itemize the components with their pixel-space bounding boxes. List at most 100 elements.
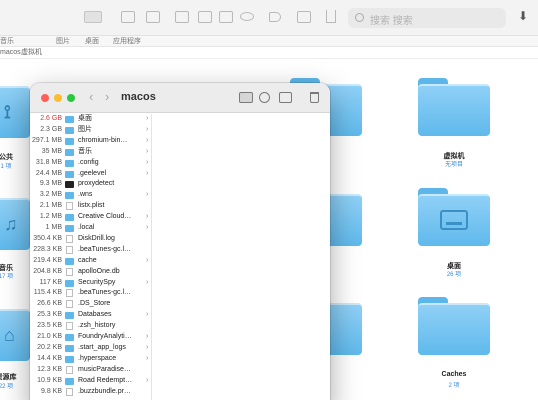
trash-icon[interactable]	[310, 92, 319, 103]
document-icon	[66, 245, 73, 254]
list-item[interactable]: 21.0 KB FoundryAnalyti… ›	[30, 332, 152, 343]
chevron-right-icon[interactable]: ›	[146, 256, 148, 267]
list-item[interactable]: 9.8 KB .buzzbundle.pr…	[30, 387, 152, 398]
share-icon[interactable]	[326, 10, 336, 23]
chevron-right-icon[interactable]: ›	[146, 343, 148, 354]
folder-caches-icon[interactable]	[418, 297, 490, 355]
document-icon	[66, 387, 73, 396]
clock-icon[interactable]	[259, 92, 270, 103]
new-folder-icon[interactable]	[279, 92, 292, 103]
folder-icon	[65, 116, 74, 123]
item-name: .zsh_history	[78, 322, 116, 330]
close-button[interactable]	[41, 94, 49, 102]
list-item[interactable]: 25.3 KB Databases ›	[30, 310, 152, 321]
chevron-right-icon[interactable]: ›	[146, 278, 148, 289]
path-home[interactable]: macos	[0, 47, 21, 59]
list-item[interactable]: 26.6 KB .DS_Store	[30, 299, 152, 310]
folder-library-icon[interactable]: ⌂	[0, 303, 30, 361]
document-icon	[66, 202, 73, 211]
list-item[interactable]: 3.2 MB .wns ›	[30, 190, 152, 201]
list-item[interactable]: 1.2 MB Creative Cloud… ›	[30, 212, 152, 223]
list-item[interactable]: 115.4 KB .beaTunes-gc.l…	[30, 288, 152, 299]
search-field[interactable]: 搜索 搜索	[348, 8, 506, 28]
list-item[interactable]: 297.1 MB chromium-bin… ›	[30, 136, 152, 147]
folder-public-icon[interactable]: ⟟	[0, 80, 30, 138]
chevron-right-icon[interactable]: ›	[146, 158, 148, 169]
list-item[interactable]: 9.3 MB proxydetect	[30, 179, 152, 190]
item-name: 音乐	[78, 147, 92, 155]
chevron-right-icon[interactable]: ›	[146, 354, 148, 365]
chevron-right-icon[interactable]: ›	[146, 114, 148, 125]
back-icon[interactable]: ‹	[89, 89, 93, 104]
chevron-right-icon[interactable]: ›	[146, 310, 148, 321]
list-view-icon[interactable]	[121, 11, 135, 23]
item-name: listx.plist	[78, 202, 105, 210]
minimize-button[interactable]	[54, 94, 62, 102]
group-icon[interactable]	[198, 11, 212, 23]
column-view-icon[interactable]	[146, 11, 160, 23]
download-icon[interactable]: ⬇	[518, 9, 528, 23]
item-name: .start_app_logs	[78, 343, 126, 351]
path-vm[interactable]: 虚拟机	[21, 47, 42, 59]
chevron-right-icon[interactable]: ›	[146, 332, 148, 343]
preview-icon[interactable]	[240, 12, 254, 21]
folder-vm-icon[interactable]	[418, 78, 490, 136]
chevron-right-icon[interactable]: ›	[146, 376, 148, 387]
item-name: FoundryAnalyti…	[78, 333, 132, 340]
column-view-icon[interactable]	[239, 92, 253, 103]
item-name: SecuritySpy	[78, 278, 116, 286]
list-item[interactable]: 20.2 KB .start_app_logs ›	[30, 343, 152, 354]
tab-music[interactable]: 音乐	[0, 36, 14, 47]
list-item[interactable]: 2.1 MB listx.plist	[30, 201, 152, 212]
list-item[interactable]: 117 KB SecuritySpy ›	[30, 278, 152, 289]
item-size: 9.8 KB	[40, 387, 62, 395]
tab-applications[interactable]: 应用程序	[113, 36, 141, 47]
folder-icon	[65, 225, 74, 232]
item-name: .beaTunes-gc.l…	[78, 289, 132, 297]
sort-icon[interactable]	[219, 11, 233, 23]
chevron-right-icon[interactable]: ›	[146, 147, 148, 158]
music-note-icon: ♫	[4, 214, 18, 234]
list-item[interactable]: 31.8 MB .config ›	[30, 158, 152, 169]
chevron-right-icon[interactable]: ›	[146, 169, 148, 180]
forward-icon[interactable]: ›	[105, 89, 109, 104]
icon-view-icon[interactable]	[84, 11, 102, 23]
list-item[interactable]: 35 MB 音乐 ›	[30, 147, 152, 158]
folder-icon	[65, 334, 74, 341]
tab-desktop[interactable]: 桌面	[85, 36, 99, 47]
chevron-right-icon[interactable]: ›	[146, 136, 148, 147]
tag-icon[interactable]	[269, 12, 281, 22]
folder-icon	[65, 214, 74, 222]
list-item[interactable]: 204.8 KB apolloOne.db	[30, 267, 152, 278]
list-item[interactable]: 2.6 GB 桌面 ›	[30, 114, 152, 125]
list-item[interactable]: 10.9 KB Road Redempt… ›	[30, 376, 152, 387]
list-item[interactable]: 14.4 KB .hyperspace ›	[30, 354, 152, 365]
item-size: 25.3 KB	[37, 311, 62, 319]
list-item[interactable]: 350.4 KB DiskDrill.log	[30, 234, 152, 245]
item-name: apolloOne.db	[78, 267, 120, 275]
list-item[interactable]: 12.3 KB musicParadise…	[30, 365, 152, 376]
list-item[interactable]: 219.4 KB cache ›	[30, 256, 152, 267]
item-name: Road Redempt…	[78, 376, 133, 384]
action-icon[interactable]	[297, 11, 311, 23]
folder-count: 26 项	[446, 272, 462, 278]
item-size: 2.1 MB	[39, 202, 62, 210]
chevron-right-icon[interactable]: ›	[146, 212, 148, 223]
folder-music-icon[interactable]: ♫	[0, 192, 30, 250]
tab-pictures[interactable]: 图片	[56, 36, 70, 47]
folder-desktop-icon[interactable]	[418, 188, 490, 246]
document-icon	[66, 234, 73, 243]
list-item[interactable]: 2.3 GB 图片 ›	[30, 125, 152, 136]
item-size: 3.2 MB	[39, 191, 62, 199]
document-icon	[66, 365, 73, 374]
background-tab-bar: 音乐 图片 桌面 应用程序	[0, 36, 538, 47]
zoom-button[interactable]	[67, 94, 75, 102]
list-item[interactable]: 1 MB .local ›	[30, 223, 152, 234]
chevron-right-icon[interactable]: ›	[146, 190, 148, 201]
list-item[interactable]: 228.3 KB .beaTunes-gc.l…	[30, 245, 152, 256]
list-item[interactable]: 24.4 MB .geelevel ›	[30, 169, 152, 180]
chevron-right-icon[interactable]: ›	[146, 125, 148, 136]
list-item[interactable]: 23.5 KB .zsh_history	[30, 321, 152, 332]
chevron-right-icon[interactable]: ›	[146, 223, 148, 234]
gallery-view-icon[interactable]	[175, 11, 189, 23]
